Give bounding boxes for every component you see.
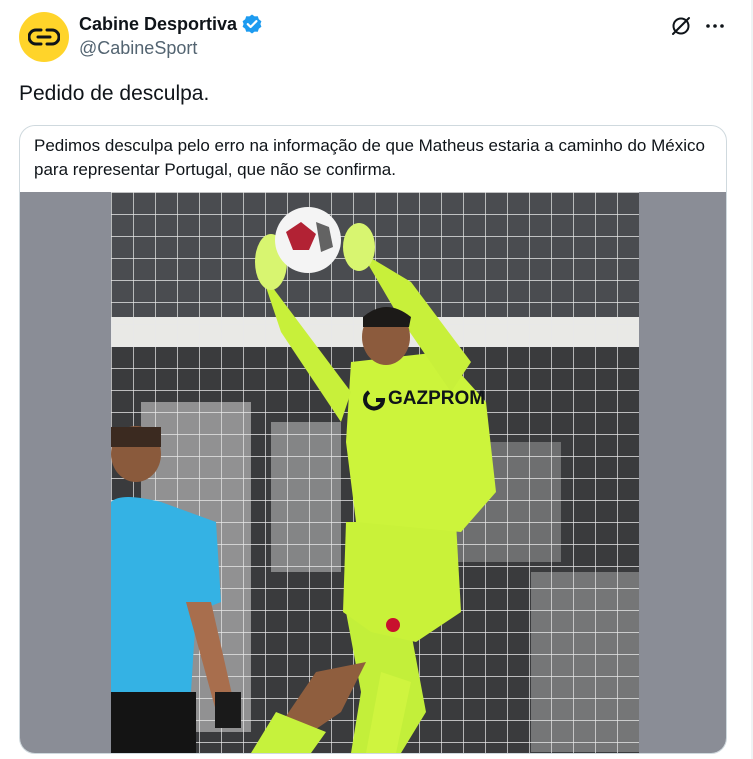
more-icon[interactable] <box>703 14 727 38</box>
quoted-text: Pedimos desculpa pelo erro na informação… <box>34 136 705 179</box>
display-name[interactable]: Cabine Desportiva <box>79 14 237 35</box>
verified-badge-icon <box>242 14 262 34</box>
sponsor-text: GAZPROM <box>388 388 485 409</box>
handle[interactable]: @CabineSport <box>79 38 197 59</box>
goalkeeper-photo: GAZPROM <box>111 192 639 753</box>
media-container[interactable]: GAZPROM <box>20 192 726 753</box>
cabine-logo-icon <box>28 28 60 46</box>
avatar[interactable] <box>19 12 69 62</box>
quoted-card[interactable]: Pedimos desculpa pelo erro na informação… <box>19 125 727 754</box>
photo[interactable]: GAZPROM <box>111 192 639 753</box>
name-row: Cabine Desportiva <box>79 13 263 35</box>
tweet-header: Cabine Desportiva @CabineSport <box>19 12 731 64</box>
grok-icon[interactable] <box>669 14 693 38</box>
tweet-text: Pedido de desculpa. <box>19 82 210 105</box>
